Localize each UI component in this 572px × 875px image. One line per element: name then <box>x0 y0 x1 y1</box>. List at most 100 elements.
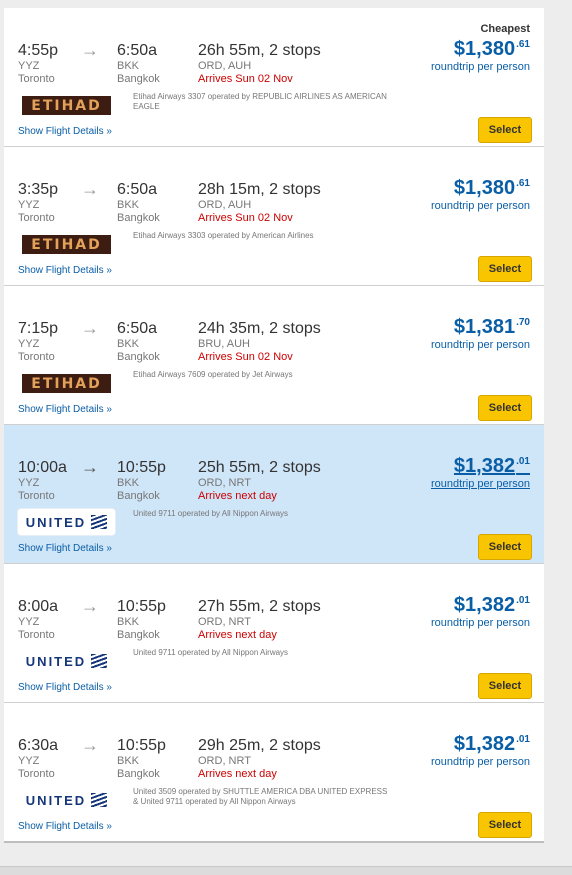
price[interactable]: $1,382.01 <box>454 455 530 478</box>
select-button[interactable]: Select <box>478 812 532 838</box>
departure-time: 8:00a <box>18 598 59 615</box>
arrival-note: Arrives Sun 02 Nov <box>198 351 293 363</box>
departure-time: 6:30a <box>18 737 59 754</box>
flight-result-card[interactable]: Cheapest 4:55p → 6:50a 26h 55m, 2 stops … <box>4 8 544 147</box>
price[interactable]: $1,380.61 <box>454 177 530 200</box>
operated-by-note: Etihad Airways 3307 operated by REPUBLIC… <box>133 92 387 111</box>
price-main: $1,380 <box>453 38 516 60</box>
united-globe-icon <box>91 515 108 529</box>
price-main: $1,382 <box>453 733 516 755</box>
departure-time: 10:00a <box>18 459 67 476</box>
arrival-airport-code: BKK <box>117 199 140 211</box>
flight-result-card[interactable]: 6:30a → 10:55p 29h 25m, 2 stops YYZ Toro… <box>4 703 544 843</box>
price[interactable]: $1,380.61 <box>454 38 530 61</box>
trip-duration: 24h 35m, 2 stops <box>198 320 321 337</box>
double-chevron-down-icon: » <box>106 404 112 415</box>
arrival-time: 6:50a <box>117 320 158 337</box>
price[interactable]: $1,381.70 <box>454 316 530 339</box>
departure-city: Toronto <box>18 73 55 85</box>
cheapest-badge: Cheapest <box>480 23 530 35</box>
trip-duration: 29h 25m, 2 stops <box>198 737 321 754</box>
stopover-airports: BRU, AUH <box>198 338 250 350</box>
departure-airport-code: YYZ <box>18 477 40 489</box>
stopover-airports: ORD, AUH <box>198 60 252 72</box>
arrival-city: Bangkok <box>117 490 160 502</box>
right-arrow-icon: → <box>81 179 99 199</box>
arrival-city: Bangkok <box>117 212 160 224</box>
price-main: $1,381 <box>453 316 516 338</box>
details-label: Show Flight Details <box>18 126 104 137</box>
flight-result-card-hovered[interactable]: 10:00a → 10:55p 25h 55m, 2 stops YYZ Tor… <box>4 425 544 564</box>
operated-by-note: Etihad Airways 3303 operated by American… <box>133 231 314 240</box>
arrival-airport-code: BKK <box>117 755 140 767</box>
select-button[interactable]: Select <box>478 673 532 699</box>
arrival-time: 10:55p <box>117 459 166 476</box>
right-arrow-icon: → <box>81 318 99 338</box>
arrival-note: Arrives next day <box>198 629 277 641</box>
arrival-airport-code: BKK <box>117 616 140 628</box>
price-cents: .01 <box>516 456 530 467</box>
arrival-time: 10:55p <box>117 737 166 754</box>
show-flight-details-link[interactable]: Show Flight Details » <box>18 265 112 276</box>
flight-result-card[interactable]: 8:00a → 10:55p 27h 55m, 2 stops YYZ Toro… <box>4 564 544 703</box>
arrival-city: Bangkok <box>117 629 160 641</box>
show-flight-details-link[interactable]: Show Flight Details » <box>18 682 112 693</box>
departure-airport-code: YYZ <box>18 755 40 767</box>
show-flight-details-link[interactable]: Show Flight Details » <box>18 543 112 554</box>
right-arrow-icon: → <box>81 735 99 755</box>
trip-duration: 27h 55m, 2 stops <box>198 598 321 615</box>
price-main: $1,380 <box>453 177 516 199</box>
details-label: Show Flight Details <box>18 265 104 276</box>
stopover-airports: ORD, NRT <box>198 616 251 628</box>
price[interactable]: $1,382.01 <box>454 594 530 617</box>
show-flight-details-link[interactable]: Show Flight Details » <box>18 126 112 137</box>
united-logo: UNITED <box>18 509 115 535</box>
price-note[interactable]: roundtrip per person <box>431 339 530 351</box>
price-note[interactable]: roundtrip per person <box>431 61 530 73</box>
details-label: Show Flight Details <box>18 404 104 415</box>
double-chevron-down-icon: » <box>106 265 112 276</box>
price-main: $1,382 <box>453 594 516 616</box>
price-cents: .01 <box>516 734 530 745</box>
departure-time: 7:15p <box>18 320 59 337</box>
price[interactable]: $1,382.01 <box>454 733 530 756</box>
stopover-airports: ORD, NRT <box>198 477 251 489</box>
arrival-time: 6:50a <box>117 42 158 59</box>
select-button[interactable]: Select <box>478 534 532 560</box>
departure-airport-code: YYZ <box>18 60 40 72</box>
arrival-city: Bangkok <box>117 351 160 363</box>
price-note[interactable]: roundtrip per person <box>431 756 530 768</box>
departure-airport-code: YYZ <box>18 199 40 211</box>
right-arrow-icon: → <box>81 40 99 60</box>
double-chevron-down-icon: » <box>106 543 112 554</box>
select-button[interactable]: Select <box>478 395 532 421</box>
arrival-time: 10:55p <box>117 598 166 615</box>
show-flight-details-link[interactable]: Show Flight Details » <box>18 821 112 832</box>
flight-result-card[interactable]: 3:35p → 6:50a 28h 15m, 2 stops YYZ Toron… <box>4 147 544 286</box>
select-button[interactable]: Select <box>478 117 532 143</box>
united-logo: UNITED <box>18 648 115 674</box>
united-wordmark: UNITED <box>25 514 87 530</box>
price-note[interactable]: roundtrip per person <box>431 617 530 629</box>
right-arrow-icon: → <box>81 457 99 477</box>
departure-city: Toronto <box>18 351 55 363</box>
arrival-airport-code: BKK <box>117 338 140 350</box>
price-cents: .61 <box>516 178 530 189</box>
price-main: $1,382 <box>453 455 516 477</box>
united-wordmark: UNITED <box>25 792 87 808</box>
operated-by-note: United 3509 operated by SHUTTLE AMERICA … <box>133 787 388 806</box>
flight-result-card[interactable]: 7:15p → 6:50a 24h 35m, 2 stops YYZ Toron… <box>4 286 544 425</box>
trip-duration: 26h 55m, 2 stops <box>198 42 321 59</box>
departure-time: 4:55p <box>18 42 59 59</box>
departure-city: Toronto <box>18 629 55 641</box>
price-note[interactable]: roundtrip per person <box>431 478 530 490</box>
united-logo: UNITED <box>18 787 115 813</box>
arrival-note: Arrives Sun 02 Nov <box>198 73 293 85</box>
price-note[interactable]: roundtrip per person <box>431 200 530 212</box>
select-button[interactable]: Select <box>478 256 532 282</box>
double-chevron-down-icon: » <box>106 821 112 832</box>
etihad-logo: ETIHAD <box>22 235 111 254</box>
united-globe-icon <box>91 654 108 668</box>
operated-by-note: United 9711 operated by All Nippon Airwa… <box>133 509 289 518</box>
show-flight-details-link[interactable]: Show Flight Details » <box>18 404 112 415</box>
